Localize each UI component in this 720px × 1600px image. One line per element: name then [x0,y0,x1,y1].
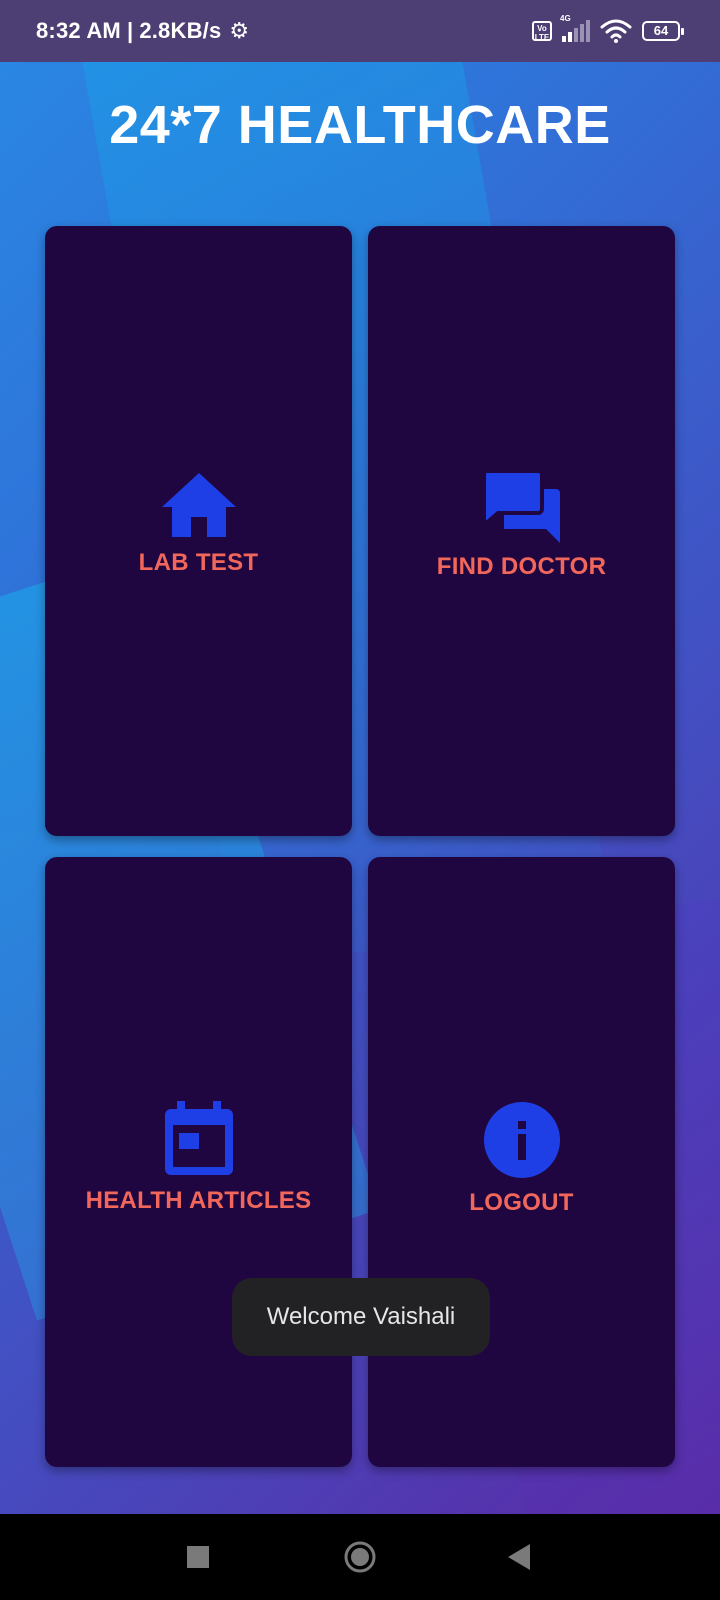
battery-level: 64 [653,23,669,38]
app-title: 24*7 HEALTHCARE [109,95,611,155]
navigation-bar [0,1514,720,1600]
home-circle-icon [344,1541,376,1573]
volte-icon: Vo LTE [532,21,552,42]
battery-icon: 64 [642,21,684,41]
find-doctor-card[interactable]: FIND DOCTOR [368,226,675,836]
home-button[interactable] [332,1514,388,1600]
back-icon [508,1544,530,1570]
status-left: 8:32 AM | 2.8KB/s ⚙ [36,0,249,62]
info-icon [483,1101,561,1179]
status-bar: 8:32 AM | 2.8KB/s ⚙ Vo LTE 4G 64 [0,0,720,62]
health-articles-card[interactable]: HEALTH ARTICLES [45,857,352,1467]
find-doctor-label: FIND DOCTOR [436,553,607,580]
status-separator: | [126,18,134,43]
chat-bubbles-icon [481,471,562,543]
recents-button[interactable] [170,1514,226,1600]
calendar-icon [163,1101,235,1177]
home-screen: 24*7 HEALTHCARE LAB TEST FIND DOCTOR HEA… [0,62,720,1514]
network-speed: 2.8KB/s [139,18,222,43]
status-time: 8:32 AM [36,18,121,43]
logout-label: LOGOUT [469,1189,574,1216]
lab-test-card[interactable]: LAB TEST [45,226,352,836]
back-button[interactable] [492,1514,548,1600]
status-right: Vo LTE 4G 64 [532,0,684,62]
wifi-icon [600,19,632,43]
gear-icon: ⚙ [229,18,250,43]
toast-message: Welcome Vaishali [266,1303,456,1330]
welcome-toast: Welcome Vaishali [232,1278,490,1356]
recents-icon [187,1546,209,1568]
network-type: 4G [560,14,571,23]
health-articles-label: HEALTH ARTICLES [85,1187,312,1214]
signal-icon: 4G [560,14,590,42]
logout-card[interactable]: LOGOUT [368,857,675,1467]
lab-test-label: LAB TEST [138,549,259,576]
home-icon [160,471,238,539]
